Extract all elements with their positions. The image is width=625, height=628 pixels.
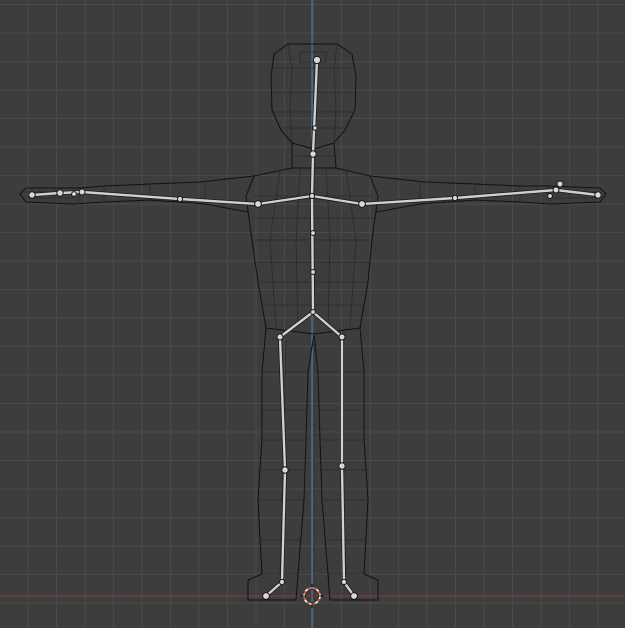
joint-finger-tip-right [594,191,602,199]
joint-neck [309,150,317,158]
joint-palm-right [547,193,553,199]
bone-upper-arm-right [360,196,457,206]
joint-ankle-left [278,578,286,586]
armature[interactable] [28,55,602,600]
joint-knee-right [338,462,346,470]
joint-elbow-left [176,195,184,203]
joint-head-tip [312,55,322,65]
joint-ankle-right [340,578,348,586]
joint-thumb-right [556,180,564,188]
joint-shoulder-right [358,200,366,208]
viewport-scene[interactable] [0,0,625,628]
joint-elbow-right [451,194,459,202]
joint-toe-left [262,592,270,600]
joint-pelvis [310,309,316,315]
bone-forearm-left [80,190,182,201]
joint-chest [308,192,316,200]
joint-spine-mid [310,230,316,236]
bone-spine [310,194,315,314]
joint-wrist-left [78,188,86,196]
joint-toe-right [350,592,358,600]
joint-knee-left [281,466,289,474]
leg-right-mesh [313,327,379,601]
joint-spine-low [310,269,316,275]
joint-hip-left [276,333,284,341]
bone-shoulder-left [256,194,314,206]
joint-head-base [312,125,318,131]
joint-shoulder-left [254,200,262,208]
bone-forearm-right [453,188,558,200]
bone-outlines [30,58,600,598]
bone-neck [310,152,315,198]
joint-hip-right [338,333,346,341]
joint-thumb-left [71,191,77,197]
joint-finger-tip-left [28,191,36,199]
bone-shoulder-right [310,194,364,206]
3d-viewport[interactable] [0,0,625,628]
joint-hand-left [56,189,64,197]
joint-wrist-right [552,186,560,194]
